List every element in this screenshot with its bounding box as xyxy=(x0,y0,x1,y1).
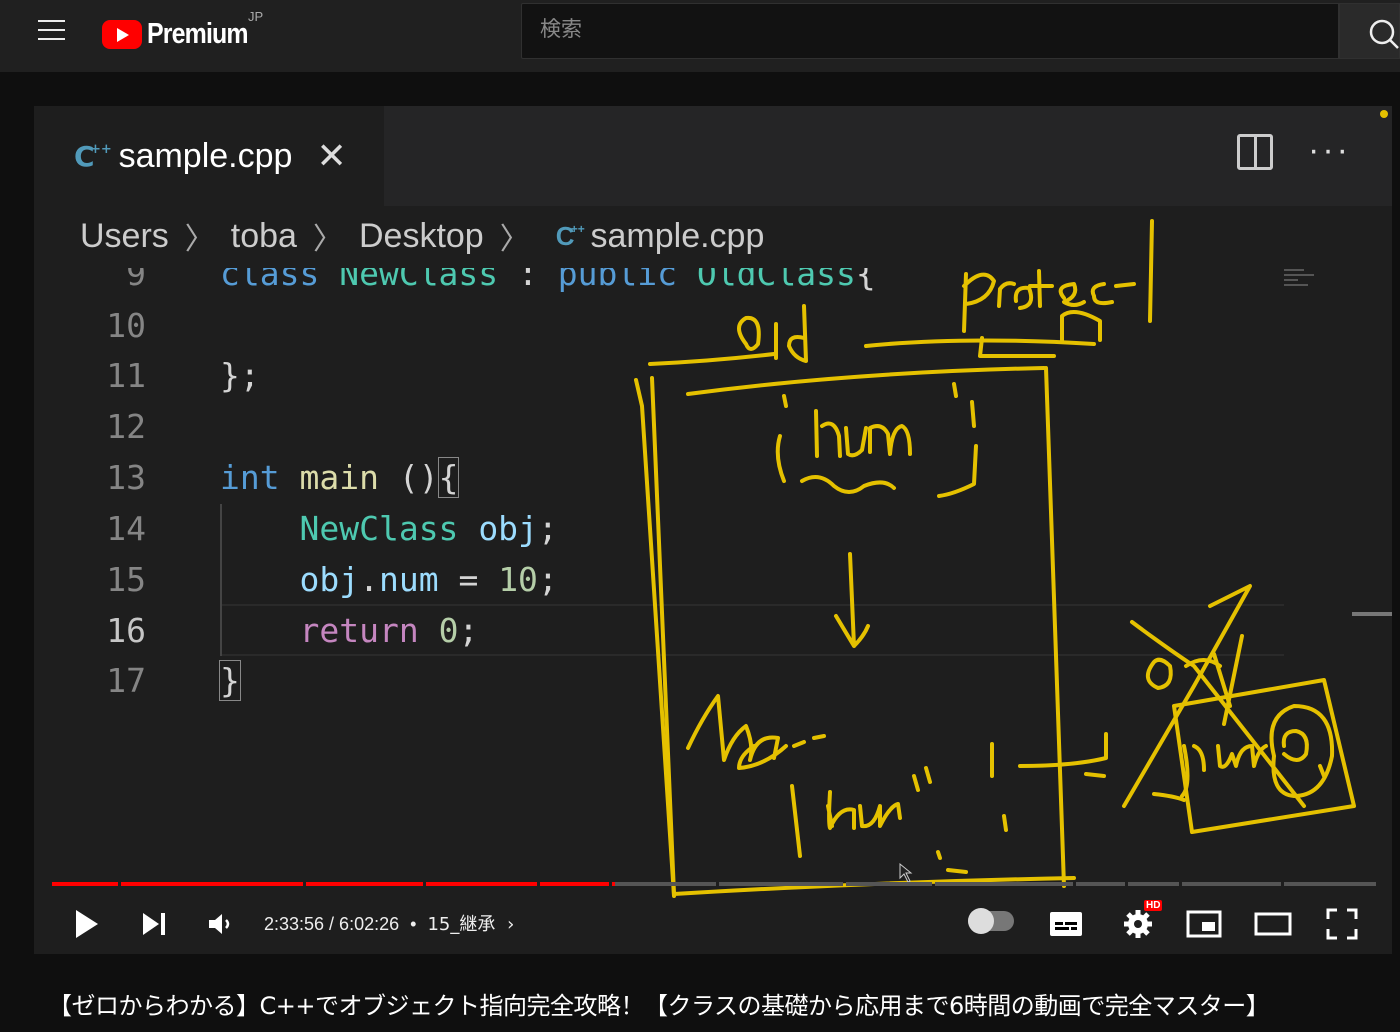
cpp-file-icon: C ++ xyxy=(555,220,585,251)
code-line: class NewClass : public OldClass{ xyxy=(220,254,876,293)
code-line: return 0; xyxy=(299,611,479,650)
editor-tab-bar: C ++ sample.cpp ✕ ··· xyxy=(34,106,1392,206)
top-bar: Premium JP xyxy=(0,0,1400,72)
line-number: 14 xyxy=(106,509,146,548)
autoplay-toggle[interactable] xyxy=(968,908,1014,934)
video-player[interactable]: C ++ sample.cpp ✕ ··· Users 〉 toba 〉 Desk… xyxy=(34,106,1392,954)
line-number: 9 xyxy=(126,254,146,293)
code-line: obj.num = 10; xyxy=(299,560,558,599)
subtitles-icon[interactable] xyxy=(1048,904,1084,944)
chapter-button[interactable]: 15_継承 › xyxy=(427,914,514,935)
search-box[interactable] xyxy=(521,3,1339,59)
line-number: 11 xyxy=(106,356,146,395)
progress-segment[interactable] xyxy=(1128,882,1180,886)
play-icon[interactable] xyxy=(70,904,102,944)
progress-segment[interactable] xyxy=(1284,882,1376,886)
line-number: 12 xyxy=(106,407,146,446)
annotation-dot xyxy=(1380,110,1388,118)
theater-icon[interactable] xyxy=(1252,904,1294,944)
breadcrumb-item[interactable]: Desktop xyxy=(359,217,484,256)
fullscreen-icon[interactable] xyxy=(1322,904,1362,944)
region-label: JP xyxy=(248,9,264,24)
next-icon[interactable] xyxy=(138,904,170,944)
code-line: }; xyxy=(220,356,260,395)
chevron-right-icon: 〉 xyxy=(499,223,530,256)
progress-segment[interactable] xyxy=(305,882,424,886)
menu-icon[interactable] xyxy=(38,20,65,42)
hd-badge: HD xyxy=(1144,900,1163,911)
progress-segment[interactable] xyxy=(1182,882,1282,886)
progress-segment[interactable] xyxy=(426,882,538,886)
separator-dot: • xyxy=(410,914,417,934)
progress-bar[interactable] xyxy=(52,882,1376,886)
cpp-file-icon: C ++ xyxy=(74,139,112,173)
progress-segment[interactable] xyxy=(935,882,1073,886)
search-button[interactable] xyxy=(1339,3,1400,59)
search-input[interactable] xyxy=(522,4,1338,54)
breadcrumb: Users 〉 toba 〉 Desktop 〉 C ++ sample.cpp xyxy=(80,214,764,258)
progress-segment[interactable] xyxy=(52,882,118,886)
time-display: 2:33:56 / 6:02:26 • 15_継承 › xyxy=(264,910,514,936)
youtube-logo[interactable]: Premium xyxy=(102,14,264,54)
tab-label: sample.cpp xyxy=(118,136,293,175)
line-number-active: 16 xyxy=(106,611,146,650)
logo-text: Premium xyxy=(147,17,249,50)
editor-tab[interactable]: C ++ sample.cpp ✕ xyxy=(34,106,384,206)
progress-segment[interactable] xyxy=(612,882,717,886)
progress-segment[interactable] xyxy=(845,882,933,886)
progress-segment[interactable] xyxy=(719,882,843,886)
chapter-label: 15_継承 xyxy=(427,914,496,935)
time-text: 2:33:56 / 6:02:26 xyxy=(264,914,400,934)
close-icon[interactable]: ✕ xyxy=(316,135,346,177)
split-editor-icon[interactable] xyxy=(1237,134,1273,170)
line-number: 15 xyxy=(106,560,146,599)
line-number: 17 xyxy=(106,661,146,700)
miniplayer-icon[interactable] xyxy=(1184,904,1224,944)
progress-segment[interactable] xyxy=(1075,882,1126,886)
line-number: 13 xyxy=(106,458,146,497)
volume-icon[interactable] xyxy=(204,904,236,944)
minimap[interactable] xyxy=(1284,266,1354,298)
breadcrumb-item[interactable]: sample.cpp xyxy=(591,217,765,256)
progress-segment[interactable] xyxy=(120,882,303,886)
code-line: int main (){ xyxy=(220,457,460,498)
video-title: 【ゼロからわかる】C++でオブジェクト指向完全攻略！【クラスの基礎から応用まで6… xyxy=(48,992,1270,1020)
code-line: NewClass obj; xyxy=(299,509,558,548)
breadcrumb-item[interactable]: Users xyxy=(80,217,169,256)
breadcrumb-item[interactable]: toba xyxy=(231,217,297,256)
chevron-right-icon: › xyxy=(507,914,515,935)
line-number: 10 xyxy=(106,306,146,345)
search-icon xyxy=(1369,19,1399,49)
scrollbar-thumb[interactable] xyxy=(1352,612,1392,616)
more-icon[interactable]: ··· xyxy=(1308,131,1351,170)
code-line: } xyxy=(219,660,241,701)
youtube-play-icon xyxy=(102,19,142,49)
chevron-right-icon: 〉 xyxy=(184,223,215,256)
player-controls: 2:33:56 / 6:02:26 • 15_継承 › HD xyxy=(34,896,1392,954)
chevron-right-icon: 〉 xyxy=(312,223,343,256)
progress-segment[interactable] xyxy=(540,882,610,886)
